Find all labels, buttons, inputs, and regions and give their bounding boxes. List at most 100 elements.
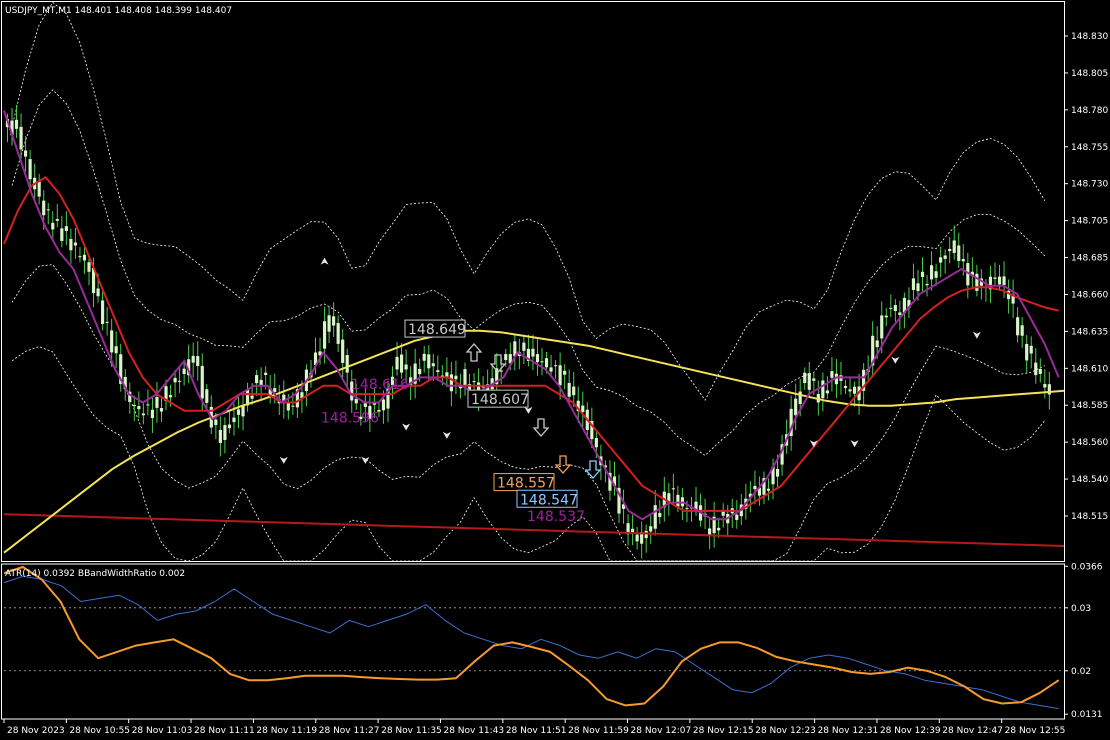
candle-body [114,346,118,354]
candle-body [422,353,426,361]
candle-body [753,485,757,490]
candle-body [658,512,662,518]
candle-body [395,356,399,370]
time-tick-label: 28 Nov 11:35 [381,726,442,736]
price-level-label: 148.537 [527,509,585,525]
candle-body [499,370,503,372]
candle-body [721,511,725,516]
candle-body [880,315,884,339]
candle-body [214,419,218,426]
candle-body [957,245,961,262]
candle-body [766,488,771,491]
candle-body [232,417,236,423]
candle-body [594,438,598,448]
candle-body [404,364,408,370]
candle-body [535,354,540,363]
candle-body [264,372,268,375]
time-tick-label: 28 Nov 12:47 [942,726,1003,736]
price-level-label: 148.616 [351,377,409,393]
candle-body [653,505,657,529]
candle-body [182,368,186,375]
candle-body [540,361,544,363]
candle-body [332,316,336,326]
candle-body [155,397,159,408]
candle-body [60,228,64,241]
candle-body [567,382,571,397]
candle-body [105,321,109,323]
price-tick-label: 148.685 [1071,254,1108,264]
time-tick-label: 28 Nov 11:11 [194,726,255,736]
candle-body [87,262,91,272]
time-tick-label: 28 Nov 12:31 [818,726,879,736]
candle-body [1043,384,1047,388]
candle-body [445,372,449,377]
candle-body [1034,362,1038,376]
candle-body [925,283,929,286]
candle-body [449,374,453,392]
price-tick-label: 148.635 [1071,327,1108,337]
time-tick-label: 28 Nov 11:27 [319,726,380,736]
candle-body [454,375,458,380]
candle-body [948,248,952,252]
candle-body [889,307,893,309]
candle-body [327,315,331,332]
candle-body [852,386,857,394]
candle-body [132,404,136,407]
candle-body [1025,343,1029,361]
candle-body [1002,276,1006,286]
price-tick-label: 148.515 [1071,512,1108,522]
price-tick-label: 148.830 [1071,32,1108,42]
price-level-label: 148.607 [471,392,529,408]
candle-body [381,399,386,411]
candle-body [997,276,1002,285]
candle-body [1038,368,1042,374]
candle-body [73,242,78,246]
candle-body [322,321,327,349]
candle-body [961,259,965,262]
candle-body [24,150,28,157]
time-tick-label: 28 Nov 11:51 [506,726,567,736]
candle-body [436,370,440,373]
candle-body [14,119,19,129]
candle-body [28,159,32,180]
candle-body [544,358,549,368]
main-chart-title: USDJPY_MT,M1 148.401 148.408 148.399 148… [5,6,232,16]
candle-body [775,468,780,477]
candle-body [572,386,576,396]
candle-body [794,398,798,416]
candle-body [875,340,879,348]
candle-body [554,365,558,367]
candle-body [898,312,902,315]
candle-body [635,534,639,542]
candle-body [821,380,825,399]
candle-body [581,405,585,413]
candle-body [463,369,467,387]
candle-body [418,368,422,375]
time-tick-label: 28 Nov 11:43 [443,726,504,736]
time-tick-label: 28 Nov 12:39 [880,726,941,736]
candle-body [173,377,177,383]
trading-chart[interactable]: 148.649148.616148.607148.596148.557148.5… [0,0,1110,740]
candle-body [236,409,241,415]
price-tick-label: 148.755 [1071,143,1108,153]
chart-background [0,0,1110,740]
price-tick-label: 148.585 [1071,401,1108,411]
price-level-label: 148.649 [408,322,466,338]
time-tick-label: 28 Nov 12:15 [693,726,754,736]
candle-body [1016,317,1020,336]
price-tick-label: 148.610 [1071,364,1108,374]
candle-body [42,200,46,216]
candle-body [255,375,259,384]
candle-body [563,370,567,375]
price-tick-label: 148.780 [1071,106,1108,116]
candle-body [993,277,997,279]
candle-body [51,222,55,230]
price-tick-label: 148.705 [1071,217,1108,227]
candle-body [708,528,712,535]
candle-body [82,254,87,261]
candle-body [848,389,852,392]
price-tick-label: 148.660 [1071,290,1108,300]
candle-body [830,371,834,378]
candle-body [37,181,41,197]
candle-body [1020,325,1024,336]
